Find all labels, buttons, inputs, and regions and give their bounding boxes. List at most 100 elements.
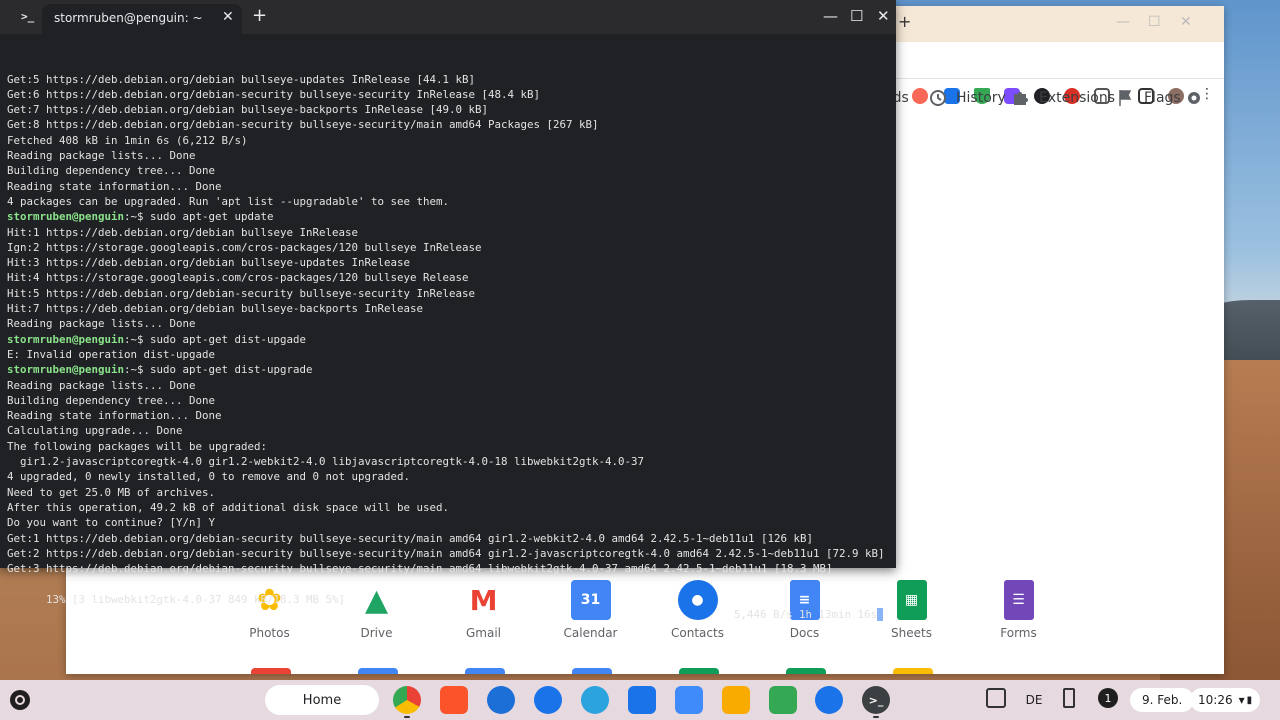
output-line: Building dependency tree... Done [7,393,216,407]
output-line: Fetched 408 kB in 1min 6s (6,212 B/s) [7,133,248,147]
files-app-icon[interactable] [628,686,656,714]
forms-icon: ☰ [1003,580,1034,620]
gear-icon [1188,92,1200,104]
close-icon[interactable]: ✕ [1180,14,1192,30]
terminal-output[interactable]: Get:5 https://deb.debian.org/debian bull… [7,41,891,622]
prompt-user: stormruben@penguin [7,363,125,377]
brave-extension-icon[interactable] [912,88,928,104]
output-line: Hit:3 https://deb.debian.org/debian bull… [7,256,411,270]
terminal-prompt-icon: >_ [21,10,35,23]
play-store-app-icon[interactable] [769,686,797,714]
app-icon[interactable] [487,686,515,714]
terminal-cursor [877,608,883,622]
messages-app-icon[interactable] [815,686,843,714]
app-icon-partial[interactable] [893,668,933,674]
output-line: Need to get 25.0 MB of archives. [7,485,216,499]
app-forms[interactable]: ☰ Forms [965,580,1072,640]
maximize-icon[interactable]: ☐ [850,7,863,25]
terminal-tab[interactable]: stormruben@penguin: ~ ✕ [42,4,242,34]
app-icon-partial[interactable] [251,668,291,674]
puzzle-icon [1014,92,1028,105]
notification-badge[interactable]: 1 [1098,688,1118,708]
progress-left: 13% [3 libwebkit2gtk-4.0-37 849 kB/18.3 … [46,592,346,606]
bookmark-history[interactable]: History [928,86,1006,110]
keyboard-layout[interactable]: DE [1022,688,1046,712]
prompt-dir: :~$ [124,363,144,377]
output-line: Building dependency tree... Done [7,164,216,178]
home-button[interactable]: Home [265,685,379,715]
prompt-dir: :~$ [124,210,144,224]
history-icon [930,90,946,106]
output-line: Hit:1 https://deb.debian.org/debian bull… [7,225,359,239]
minimize-icon[interactable]: — [823,7,838,25]
output-line: Get:3 https://deb.debian.org/debian-secu… [7,562,833,576]
telegram-app-icon[interactable] [581,686,609,714]
terminal-app-icon[interactable]: >_ [862,686,890,718]
terminal-tabbar: >_ stormruben@penguin: ~ ✕ + — ☐ ✕ [0,0,896,34]
prompt-user: stormruben@penguin [7,332,125,346]
app-icon-partial[interactable] [679,668,719,674]
tab-title: stormruben@penguin: ~ [54,11,203,25]
output-line: 4 upgraded, 0 newly installed, 0 to remo… [7,470,411,484]
output-line: Get:1 https://deb.debian.org/debian-secu… [7,531,814,545]
prompt-user: stormruben@penguin [7,210,125,224]
new-tab-plus-icon[interactable]: + [898,12,911,31]
output-line: Calculating upgrade... Done [7,424,183,438]
settings-gear[interactable] [1184,86,1204,110]
app-icon-partial[interactable] [572,668,612,674]
output-line: Get:2 https://deb.debian.org/debian-secu… [7,546,885,560]
output-line: After this operation, 49.2 kB of additio… [7,500,450,514]
clipboard-icon[interactable] [986,688,1006,708]
app-icon[interactable] [675,686,703,714]
launcher-icon[interactable] [10,690,30,710]
close-tab-icon[interactable]: ✕ [222,9,234,25]
status-area[interactable]: 10:26 ▾ ▮ [1190,688,1260,712]
prompt-dir: :~$ [124,332,144,346]
phone-hub-icon[interactable] [1063,688,1075,708]
contacts-app-icon[interactable] [534,686,562,714]
output-line: gir1.2-javascriptcoregtk-4.0 gir1.2-webk… [7,455,645,469]
output-line: Reading package lists... Done [7,317,196,331]
maximize-icon[interactable]: ☐ [1148,14,1161,30]
app-icon[interactable] [722,686,750,714]
terminal-window: >_ stormruben@penguin: ~ ✕ + — ☐ ✕ Get:5… [0,0,896,622]
sheets-icon: ▦ [896,580,927,620]
output-line: 4 packages can be upgraded. Run 'apt lis… [7,194,450,208]
bookmark-flags[interactable]: Flags [1116,86,1181,110]
date-pill[interactable]: 9. Feb. [1130,688,1195,712]
output-line: Hit:7 https://deb.debian.org/debian bull… [7,302,424,316]
prompt-command: sudo apt-get dist-upgade [143,332,307,346]
output-line: Hit:4 https://storage.googleapis.com/cro… [7,271,469,285]
prompt-line: stormruben@penguin:~$ sudo apt-get updat… [7,209,891,224]
output-line: E: Invalid operation dist-upgade [7,347,216,361]
app-icon-partial[interactable] [786,668,826,674]
output-line: Reading state information... Done [7,179,222,193]
output-line: Reading state information... Done [7,409,222,423]
new-tab-plus-icon[interactable]: + [252,5,267,26]
progress-line: 13% [3 libwebkit2gtk-4.0-37 849 kB/18.3 … [7,576,891,622]
prompt-line: stormruben@penguin:~$ sudo apt-get dist-… [7,362,891,377]
brave-app-icon[interactable] [440,686,468,714]
progress-right: 5,446 B/s 1h 13min 16s [733,607,877,621]
chrome-app-icon[interactable] [393,686,421,718]
output-line: Hit:5 https://deb.debian.org/debian-secu… [7,286,476,300]
output-line: The following packages will be upgraded: [7,439,268,453]
prompt-command: sudo apt-get dist-upgrade [143,363,313,377]
shelf: Home >_ DE 1 9. Feb. 10:26 ▾ ▮ [0,680,1280,720]
output-line: Reading package lists... Done [7,149,196,163]
app-icon-partial[interactable] [358,668,398,674]
app-shortcuts-row-2 [251,668,933,674]
output-line: Get:5 https://deb.debian.org/debian bull… [7,72,476,86]
output-line: Get:7 https://deb.debian.org/debian bull… [7,103,489,117]
output-line: Get:6 https://deb.debian.org/debian-secu… [7,87,541,101]
prompt-line: stormruben@penguin:~$ sudo apt-get dist-… [7,332,891,347]
battery-icon: ▮ [1246,694,1253,706]
output-line: Do you want to continue? [Y/n] Y [7,516,216,530]
clock: 10:26 [1198,693,1233,707]
prompt-command: sudo apt-get update [143,210,274,224]
close-icon[interactable]: ✕ [877,7,890,25]
output-line: Get:8 https://deb.debian.org/debian-secu… [7,118,599,132]
bookmark-extensions[interactable]: Extensions [1011,86,1115,110]
app-icon-partial[interactable] [465,668,505,674]
minimize-icon[interactable]: — [1116,14,1130,30]
